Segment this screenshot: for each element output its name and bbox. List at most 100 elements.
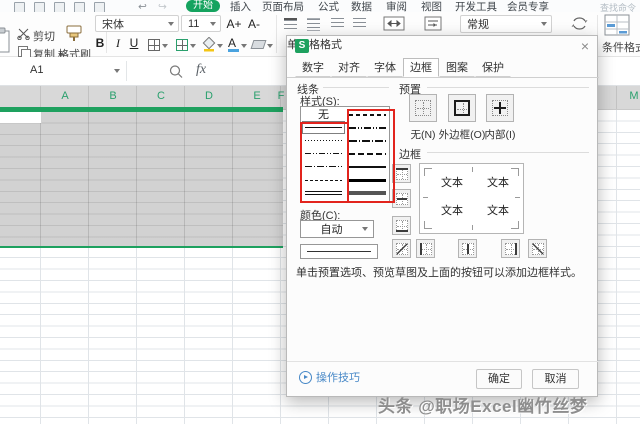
border-diagonal-down-button[interactable] [528,239,547,258]
dialog-tab[interactable]: 对齐 [331,58,367,77]
dialog-title-bar[interactable]: S 单元格格式 × [287,36,597,56]
line-style-item[interactable] [302,160,345,173]
redo-icon[interactable]: ↪ [158,0,167,12]
border-left-button[interactable] [416,239,435,258]
menu-tab[interactable]: 数据 [351,0,372,12]
dialog-tab[interactable]: 字体 [367,58,403,77]
merge-cells-icon[interactable] [383,16,405,31]
cut-button[interactable]: 剪切 [33,28,55,44]
grow-font-button[interactable]: A+ [224,17,244,31]
line-style-item[interactable] [346,121,389,134]
active-cell-a1[interactable] [0,112,42,123]
borders-dropdown-arrow[interactable] [162,44,168,48]
column-header[interactable]: F [278,90,285,102]
border-top-button[interactable] [392,164,411,183]
paste-icon[interactable] [0,27,12,55]
line-style-item[interactable] [302,147,345,160]
line-style-listbox[interactable]: 无 [300,106,390,202]
borders-icon[interactable] [148,39,160,51]
border-preview-frame[interactable]: 文本文本文本文本 [419,163,524,234]
format-painter-icon[interactable] [64,25,84,42]
line-style-item[interactable] [346,160,389,173]
line-style-item[interactable] [346,173,389,186]
undo-icon[interactable]: ↩ [138,0,147,12]
font-color-dropdown-arrow[interactable] [241,44,247,48]
decrease-indent-icon[interactable] [331,18,344,29]
new-file-icon[interactable] [14,2,25,12]
wrap-text-icon[interactable] [424,16,442,31]
border-bottom-button[interactable] [392,216,411,235]
line-style-item[interactable] [346,187,389,200]
line-style-item[interactable] [302,187,345,200]
border-color-select[interactable]: 自动 [300,220,374,238]
conditional-format-icon[interactable] [604,14,630,36]
menu-tab[interactable]: 插入 [230,0,251,12]
fill-color-dropdown-arrow[interactable] [217,44,223,48]
bold-button[interactable]: B [92,36,108,50]
dialog-tab[interactable]: 边框 [403,58,439,77]
save-icon[interactable] [54,2,65,12]
column-header-m[interactable]: M [629,90,638,102]
dialog-tab[interactable]: 数字 [295,58,331,77]
fx-label[interactable]: fx [196,62,206,78]
menu-tab[interactable]: 审阅 [386,0,407,12]
line-style-item[interactable] [302,121,345,134]
dialog-tab[interactable]: 图案 [439,58,475,77]
tips-link[interactable]: 操作技巧 [299,369,360,385]
line-style-item[interactable] [346,147,389,160]
column-header[interactable]: B [109,90,116,102]
cell-style-dropdown-arrow[interactable] [190,44,196,48]
line-style-item[interactable] [346,134,389,147]
name-box[interactable]: A1 [0,57,126,85]
column-header[interactable]: E [253,90,260,102]
preview-icon[interactable] [94,2,105,12]
border-inner-vertical-button[interactable] [458,239,477,258]
border-inner-horizontal-button[interactable] [392,189,411,208]
line-style-item[interactable]: 无 [302,108,345,121]
border-right-button[interactable] [501,239,520,258]
number-format-select[interactable]: 常规 [460,15,552,33]
eraser-icon[interactable] [251,40,267,49]
font-color-icon[interactable]: A [228,36,239,52]
line-style-item[interactable] [302,173,345,186]
chevron-down-icon[interactable] [114,69,120,73]
magnifier-icon[interactable] [168,64,184,79]
menu-tab-home[interactable]: 开始 [186,0,220,12]
increase-indent-icon[interactable] [353,18,366,29]
shrink-font-button[interactable]: A- [244,17,264,31]
menu-tab[interactable]: 开发工具 [455,0,497,12]
line-style-item[interactable] [346,108,389,121]
selected-range[interactable] [0,110,283,248]
preset-inside-button[interactable] [486,94,514,122]
line-style-item[interactable] [302,134,345,147]
menu-tab[interactable]: 视图 [421,0,442,12]
italic-button[interactable]: I [110,36,126,51]
ok-button[interactable]: 确定 [476,369,522,389]
column-header[interactable]: C [157,90,165,102]
print-icon[interactable] [74,2,85,12]
cut-scissors-icon[interactable] [17,28,30,40]
cancel-button[interactable]: 取消 [532,369,579,389]
conditional-format-label[interactable]: 条件格式 [602,39,640,55]
cell-style-icon[interactable] [176,39,188,51]
align-top-icon[interactable] [284,18,297,31]
convert-refresh-icon[interactable] [570,15,589,32]
underline-button[interactable]: U [126,36,142,50]
preset-outline-button[interactable] [448,94,476,122]
close-icon[interactable]: × [581,38,589,54]
menu-tab[interactable]: 公式 [318,0,339,12]
column-header[interactable]: A [61,90,68,102]
search-command-text[interactable]: 查找命令 [600,1,636,12]
font-name-select[interactable]: 宋体 [95,15,179,32]
menu-tab[interactable]: 页面布局 [262,0,304,12]
dialog-tab[interactable]: 保护 [475,58,511,77]
fill-color-bucket-icon[interactable] [202,37,216,52]
open-file-icon[interactable] [34,2,45,12]
column-header[interactable]: D [205,90,213,102]
menu-tab[interactable]: 会员专享 [507,0,549,12]
font-size-select[interactable]: 11 [181,15,221,32]
border-diagonal-up-button[interactable] [392,239,411,258]
preset-none-button[interactable] [409,94,437,122]
eraser-dropdown-arrow[interactable] [267,44,273,48]
align-middle-icon[interactable] [307,18,320,31]
